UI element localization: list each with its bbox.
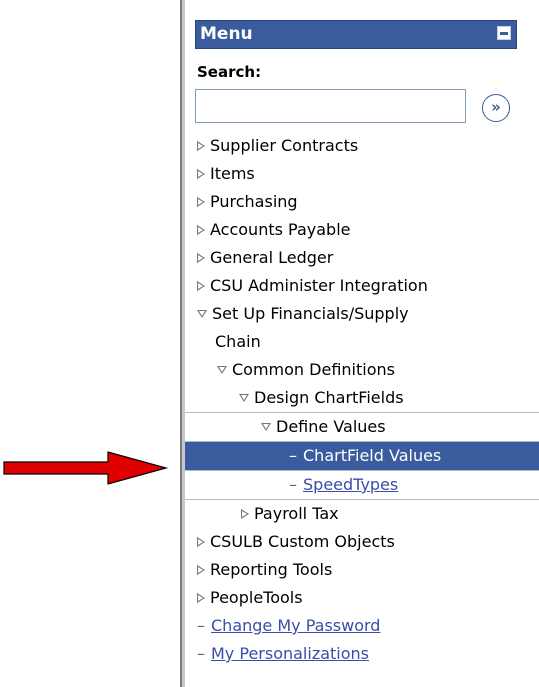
menu-item-label: PeopleTools: [210, 588, 303, 607]
menu-item-change-password[interactable]: – Change My Password: [185, 612, 539, 640]
menu-item-setup-financials-cont[interactable]: Chain: [185, 328, 539, 356]
menu-item-label: CSU Administer Integration: [210, 276, 428, 295]
triangle-right-icon: [197, 140, 205, 151]
menu-item-common-definitions[interactable]: Common Definitions: [185, 356, 539, 384]
dash-icon: –: [289, 446, 297, 465]
triangle-right-icon: [197, 564, 205, 575]
menu-item-label: Payroll Tax: [254, 504, 339, 523]
menu-item-label: Reporting Tools: [210, 560, 333, 579]
triangle-right-icon: [241, 508, 249, 519]
triangle-down-icon: [239, 393, 249, 402]
menu-item-label: CSULB Custom Objects: [210, 532, 395, 551]
menu-item-purchasing[interactable]: Purchasing: [185, 188, 539, 216]
triangle-right-icon: [197, 224, 205, 235]
red-arrow-icon: [3, 451, 169, 485]
menu-item-label: Define Values: [276, 417, 386, 436]
menu-item-general-ledger[interactable]: General Ledger: [185, 244, 539, 272]
menu-item-define-values[interactable]: Define Values: [185, 412, 539, 442]
search-label: Search:: [197, 63, 262, 81]
menu-item-label: Chain: [215, 332, 261, 351]
menu-item-reporting-tools[interactable]: Reporting Tools: [185, 556, 539, 584]
triangle-right-icon: [197, 592, 205, 603]
menu-item-design-chartfields[interactable]: Design ChartFields: [185, 384, 539, 412]
menu-item-csu-administer-integration[interactable]: CSU Administer Integration: [185, 272, 539, 300]
double-chevron-right-icon[interactable]: »: [482, 94, 510, 122]
menu-item-label: Set Up Financials/Supply: [212, 304, 409, 323]
menu-item-link[interactable]: SpeedTypes: [303, 475, 398, 494]
triangle-right-icon: [197, 196, 205, 207]
triangle-right-icon: [197, 280, 205, 291]
menu-item-label: ChartField Values: [303, 446, 442, 465]
menu-header: Menu: [195, 20, 517, 49]
menu-item-label: Design ChartFields: [254, 388, 404, 407]
triangle-down-icon: [217, 365, 227, 374]
menu-item-label: Supplier Contracts: [210, 136, 359, 155]
dash-icon: –: [289, 475, 297, 494]
triangle-down-icon: [261, 422, 271, 431]
triangle-right-icon: [197, 252, 205, 263]
menu-item-speedtypes[interactable]: – SpeedTypes: [185, 470, 539, 500]
triangle-right-icon: [197, 536, 205, 547]
triangle-down-icon: [197, 309, 207, 318]
menu-panel: Menu Search: » Supplier Contracts Items …: [185, 0, 539, 687]
menu-item-label: Accounts Payable: [210, 220, 351, 239]
menu-title: Menu: [200, 24, 253, 44]
menu-item-link[interactable]: Change My Password: [211, 616, 380, 635]
menu-item-label: Items: [210, 164, 255, 183]
dash-icon: –: [197, 616, 205, 635]
dash-icon: –: [197, 644, 205, 663]
menu-item-accounts-payable[interactable]: Accounts Payable: [185, 216, 539, 244]
menu-item-my-personalizations[interactable]: – My Personalizations: [185, 640, 539, 668]
triangle-right-icon: [197, 168, 205, 179]
menu-item-label: General Ledger: [210, 248, 334, 267]
menu-item-items[interactable]: Items: [185, 160, 539, 188]
menu-item-payroll-tax[interactable]: Payroll Tax: [185, 500, 539, 528]
menu-item-link[interactable]: My Personalizations: [211, 644, 369, 663]
search-input[interactable]: [195, 89, 466, 123]
menu-item-csulb-custom-objects[interactable]: CSULB Custom Objects: [185, 528, 539, 556]
menu-item-setup-financials[interactable]: Set Up Financials/Supply: [185, 300, 539, 328]
menu-item-chartfield-values[interactable]: – ChartField Values: [185, 442, 539, 470]
menu-item-label: Purchasing: [210, 192, 298, 211]
menu-item-peopletools[interactable]: PeopleTools: [185, 584, 539, 612]
menu-item-supplier-contracts[interactable]: Supplier Contracts: [185, 132, 539, 160]
minus-icon[interactable]: [497, 26, 511, 40]
menu-item-label: Common Definitions: [232, 360, 395, 379]
